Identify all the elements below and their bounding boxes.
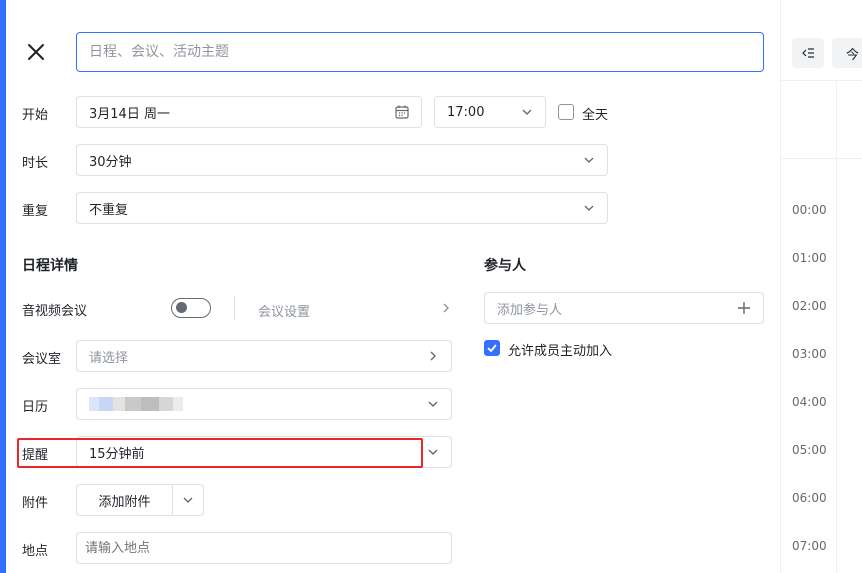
location-input[interactable] xyxy=(76,532,452,564)
participants-section-title: 参与人 xyxy=(484,258,526,274)
repeat-select[interactable]: 不重复 xyxy=(76,192,608,224)
calendar-select[interactable] xyxy=(76,388,452,420)
calendar-allday-divider xyxy=(780,158,862,159)
hour-label: 02:00 xyxy=(792,299,827,313)
chevron-down-icon xyxy=(182,494,194,506)
repeat-label: 重复 xyxy=(22,204,49,219)
duration-value: 30分钟 xyxy=(89,154,132,170)
plus-icon[interactable] xyxy=(737,301,751,315)
hour-label: 06:00 xyxy=(792,491,827,505)
collapse-menu-icon xyxy=(801,46,815,60)
divider xyxy=(234,296,235,320)
today-label: 今 xyxy=(846,47,860,63)
add-participant-placeholder: 添加参与人 xyxy=(497,302,563,318)
chevron-down-icon xyxy=(583,154,595,166)
hour-label: 00:00 xyxy=(792,203,827,217)
chevron-down-icon xyxy=(427,398,439,410)
hour-label: 05:00 xyxy=(792,443,827,457)
meeting-settings-link[interactable]: 会议设置 xyxy=(258,301,310,320)
allow-join-checkbox[interactable] xyxy=(484,340,500,356)
chevron-down-icon xyxy=(583,202,595,214)
calendar-column-divider xyxy=(836,80,837,573)
duration-label: 时长 xyxy=(22,156,49,171)
close-icon xyxy=(26,42,46,62)
event-title-input[interactable] xyxy=(76,32,764,72)
chevron-down-icon xyxy=(427,446,439,458)
add-attachment-button[interactable]: 添加附件 xyxy=(77,485,173,515)
attachment-label: 附件 xyxy=(22,496,49,511)
start-date-picker[interactable]: 3月14日 周一 xyxy=(76,96,422,128)
video-meeting-toggle[interactable] xyxy=(171,298,211,318)
meeting-room-placeholder: 请选择 xyxy=(89,350,129,366)
reminder-label: 提醒 xyxy=(22,448,49,463)
all-day-checkbox[interactable] xyxy=(558,104,574,120)
calendar-icon xyxy=(395,105,409,119)
hour-label: 07:00 xyxy=(792,539,827,553)
today-button[interactable]: 今 xyxy=(832,38,862,68)
hour-label: 04:00 xyxy=(792,395,827,409)
close-button[interactable] xyxy=(18,34,54,70)
duration-select[interactable]: 30分钟 xyxy=(76,144,608,176)
location-label: 地点 xyxy=(22,544,49,559)
window-edge-accent xyxy=(0,0,6,573)
calendar-day-view xyxy=(780,0,862,573)
allow-join-label: 允许成员主动加入 xyxy=(508,344,613,359)
checkmark-icon xyxy=(486,342,498,354)
hour-label: 01:00 xyxy=(792,251,827,265)
collapse-panel-button[interactable] xyxy=(792,38,824,68)
video-meeting-label: 音视频会议 xyxy=(22,304,88,319)
hour-label: 03:00 xyxy=(792,347,827,361)
calendar-value-redacted xyxy=(89,397,427,411)
chevron-right-icon xyxy=(427,350,439,362)
calendar-label: 日历 xyxy=(22,400,49,415)
meeting-room-label: 会议室 xyxy=(22,352,62,367)
repeat-value: 不重复 xyxy=(89,202,129,218)
chevron-down-icon xyxy=(521,106,533,118)
reminder-value: 15分钟前 xyxy=(89,446,145,462)
attachment-options-dropdown[interactable] xyxy=(173,485,203,515)
start-date-value: 3月14日 周一 xyxy=(89,106,170,122)
chevron-right-icon xyxy=(440,302,452,314)
add-attachment-split-button: 添加附件 xyxy=(76,484,204,516)
start-time-value: 17:00 xyxy=(447,104,485,120)
start-time-select[interactable]: 17:00 xyxy=(434,96,546,128)
add-participant-input[interactable]: 添加参与人 xyxy=(484,292,764,324)
calendar-header-divider xyxy=(780,80,862,81)
details-section-title: 日程详情 xyxy=(22,258,78,274)
start-label: 开始 xyxy=(22,108,49,123)
toggle-knob xyxy=(176,302,187,313)
reminder-select[interactable]: 15分钟前 xyxy=(76,436,452,468)
all-day-label: 全天 xyxy=(582,108,609,123)
meeting-room-select[interactable]: 请选择 xyxy=(76,340,452,372)
